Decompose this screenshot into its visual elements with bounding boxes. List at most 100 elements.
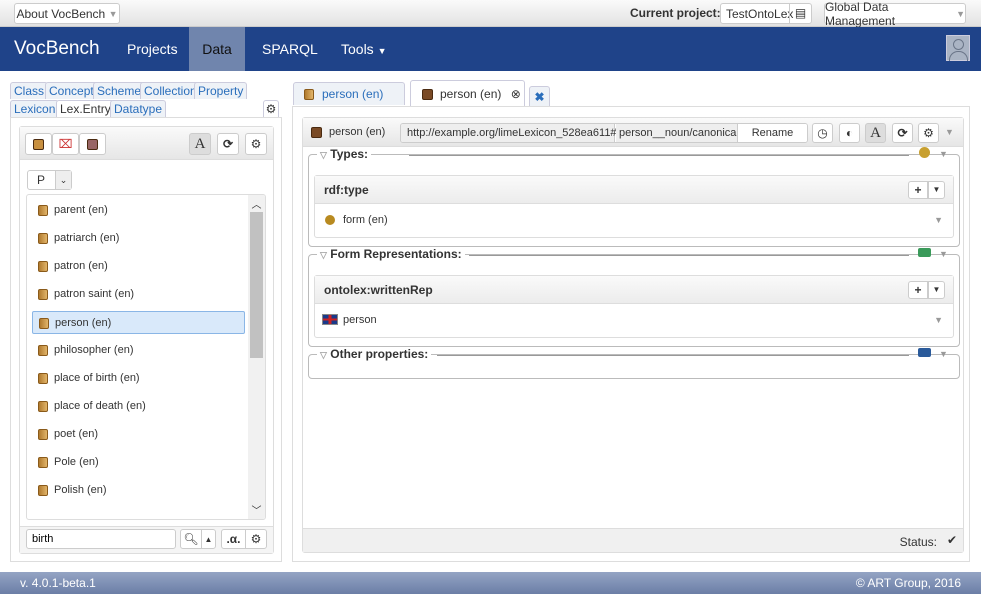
index-letter-select[interactable]: P ⌄: [27, 170, 72, 190]
tab-collection[interactable]: Collection: [140, 82, 201, 99]
create-lex-entry-button[interactable]: [25, 133, 52, 155]
list-item[interactable]: place of birth (en): [32, 367, 245, 390]
search-icon: 🔍︎: [183, 532, 199, 546]
nav-tools[interactable]: Tools ▼: [341, 27, 387, 71]
lex-entry-icon: [38, 261, 48, 272]
list-item-label: patriarch (en): [54, 232, 120, 244]
add-value-button[interactable]: +: [908, 281, 928, 299]
lex-entry-icon: [39, 318, 49, 329]
tab-concept[interactable]: Concept: [45, 82, 98, 99]
rendering-toggle-button[interactable]: A: [189, 133, 211, 155]
section-menu-caret-icon[interactable]: ▼: [939, 349, 948, 359]
list-item[interactable]: place of death (en): [32, 395, 245, 418]
divider: [437, 355, 909, 356]
add-form-icon[interactable]: [918, 248, 931, 257]
property-menu-button[interactable]: ▼: [928, 181, 945, 199]
resource-header: person (en) http://example.org/limeLexic…: [303, 118, 963, 147]
written-rep-value[interactable]: person: [343, 314, 377, 326]
add-value-button[interactable]: +: [908, 181, 928, 199]
settings-button[interactable]: ⚙: [918, 123, 939, 143]
nav-sparql[interactable]: SPARQL: [262, 27, 318, 71]
global-data-management-dropdown[interactable]: Global Data Management ▼: [824, 0, 966, 28]
lex-entry-icon: [38, 289, 48, 300]
list-item-label: place of birth (en): [54, 372, 140, 384]
value-row: form (en) ▼: [315, 204, 953, 236]
tab-resource-1[interactable]: person (en) ⊗: [293, 82, 405, 123]
footer: v. 4.0.1-beta.1 © ART Group, 2016: [0, 572, 981, 594]
divider: [469, 255, 909, 256]
list-item[interactable]: Pole (en): [32, 451, 245, 474]
rendering-toggle-button[interactable]: A: [865, 123, 886, 143]
form-representations-title: ▽ Form Representations:: [317, 247, 465, 261]
about-dropdown[interactable]: About VocBench ▼: [14, 3, 120, 24]
deprecate-button[interactable]: [79, 133, 106, 155]
current-project-button[interactable]: TestOntoLex ▤: [720, 3, 812, 24]
list-item[interactable]: patron saint (en): [32, 283, 245, 306]
list-scrollbar[interactable]: ︿ ﹀: [248, 195, 265, 519]
list-item[interactable]: patron (en): [32, 255, 245, 278]
close-tab-icon[interactable]: ⊗: [511, 87, 521, 101]
other-properties-title: ▽ Other properties:: [317, 347, 432, 361]
lex-entry-icon: [38, 485, 48, 496]
user-avatar[interactable]: [946, 35, 970, 61]
tab-property[interactable]: Property: [194, 82, 248, 99]
caret-down-icon: ▼: [108, 8, 118, 19]
refresh-button[interactable]: ⟳: [892, 123, 913, 143]
search-input[interactable]: [26, 529, 176, 549]
type-value[interactable]: form (en): [343, 214, 388, 226]
close-icon: ✖: [534, 90, 545, 104]
list-item[interactable]: person (en): [32, 311, 245, 334]
list-item[interactable]: patriarch (en): [32, 227, 245, 250]
tab-scheme[interactable]: Scheme: [93, 82, 146, 99]
more-caret-icon[interactable]: ▼: [945, 127, 954, 137]
lex-entry-icon: [38, 457, 48, 468]
search-history-button[interactable]: ▲: [201, 529, 216, 549]
tab-datatype[interactable]: Datatype: [110, 100, 167, 117]
search-button[interactable]: 🔍︎: [180, 529, 202, 549]
tabs-settings-gear-icon[interactable]: ⚙: [263, 100, 279, 118]
property-rdf-type: rdf:type + ▼ form (en) ▼: [314, 175, 954, 238]
settings-button[interactable]: ⚙: [245, 133, 267, 155]
close-all-tabs-button[interactable]: ✖: [529, 86, 550, 106]
form-representations-section: ▽ Form Representations: ▼ ontolex:writte…: [308, 247, 960, 347]
search-mode-button[interactable]: .α.: [221, 529, 246, 549]
scroll-up-icon[interactable]: ︿: [248, 196, 265, 211]
refresh-icon: ⟳: [222, 137, 234, 151]
property-menu-button[interactable]: ▼: [928, 281, 945, 299]
collapse-icon[interactable]: ▽: [320, 350, 327, 360]
tab-resource-2[interactable]: person (en) ⊗: [410, 80, 525, 106]
tab-lexicon[interactable]: Lexicon: [10, 100, 60, 117]
history-button[interactable]: ◷: [812, 123, 833, 143]
refresh-button[interactable]: ⟳: [217, 133, 239, 155]
scrollbar-thumb[interactable]: [250, 212, 263, 358]
rename-button[interactable]: Rename: [737, 124, 807, 142]
list-item[interactable]: Polish (en): [32, 479, 245, 502]
nav-data[interactable]: Data: [189, 27, 245, 71]
status-ok-icon[interactable]: ✔: [947, 533, 957, 547]
scroll-down-icon[interactable]: ﹀: [248, 502, 265, 517]
value-menu-caret-icon[interactable]: ▼: [934, 204, 943, 236]
collapse-icon[interactable]: ▽: [320, 250, 327, 260]
section-menu-caret-icon[interactable]: ▼: [939, 149, 948, 159]
refresh-icon: ⟳: [897, 126, 908, 140]
inferred-toggle-button[interactable]: ◐: [839, 123, 860, 143]
list-item[interactable]: poet (en): [32, 423, 245, 446]
value-menu-caret-icon[interactable]: ▼: [934, 304, 943, 336]
list-item[interactable]: parent (en): [32, 199, 245, 222]
value-row: person ▼: [315, 304, 953, 336]
lex-entry-icon: [38, 205, 48, 216]
add-property-icon[interactable]: [918, 348, 931, 357]
add-type-icon[interactable]: [919, 147, 930, 158]
section-menu-caret-icon[interactable]: ▼: [939, 249, 948, 259]
localname-input[interactable]: person__noun/canonical: [616, 124, 737, 142]
tab-class[interactable]: Class: [10, 82, 49, 99]
search-settings-button[interactable]: ⚙: [245, 529, 267, 549]
en-flag-icon: [322, 314, 338, 325]
nav-projects[interactable]: Projects: [127, 27, 178, 71]
delete-lex-entry-button[interactable]: ⌧: [52, 133, 79, 155]
tab-lex-entry[interactable]: Lex.Entry: [56, 100, 115, 118]
list-item[interactable]: philosopher (en): [32, 339, 245, 362]
brand[interactable]: VocBench: [14, 27, 100, 71]
collapse-icon[interactable]: ▽: [320, 150, 327, 160]
list-item-label: Polish (en): [54, 484, 107, 496]
